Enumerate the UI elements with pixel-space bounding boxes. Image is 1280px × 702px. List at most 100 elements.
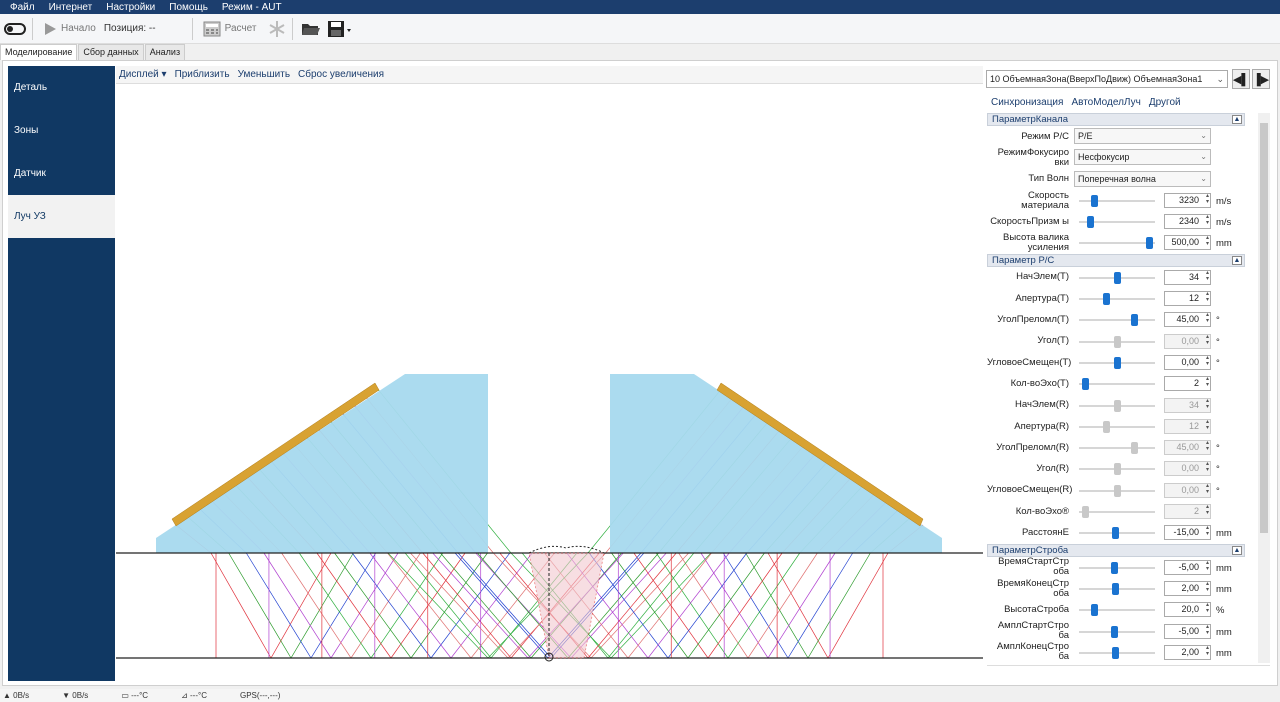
ray-segment [263, 552, 332, 659]
param-slider [1079, 506, 1155, 519]
collapse-icon[interactable]: ▲ [1232, 545, 1242, 555]
param-slider[interactable] [1079, 356, 1155, 369]
param-slider[interactable] [1079, 216, 1155, 229]
reset-zoom-link[interactable]: Сброс увеличения [298, 69, 384, 80]
param-row: Высота валика усиления 500,00 mm [987, 232, 1245, 253]
zoom-out-link[interactable]: Уменьшить [238, 69, 290, 80]
display-menu[interactable]: Дисплей ▾ [119, 69, 167, 80]
mode-select[interactable]: P/E ⌄ [1074, 128, 1211, 144]
param-spinbox[interactable]: 2,00 [1164, 644, 1211, 660]
nav-item-sensor[interactable]: Датчик [8, 152, 115, 195]
param-slider[interactable] [1079, 378, 1155, 391]
sync-link[interactable]: Синхронизация [991, 97, 1063, 108]
previous-zone-button[interactable]: ◀▌ [1232, 69, 1250, 89]
menu-settings[interactable]: Настройки [106, 2, 155, 13]
slider-handle[interactable] [1112, 582, 1120, 595]
param-unit: m/s [1216, 195, 1232, 207]
focus-select[interactable]: Несфокусир ⌄ [1074, 149, 1211, 166]
slider-handle[interactable] [1091, 604, 1099, 617]
collapse-icon[interactable]: ▲ [1232, 255, 1242, 265]
param-spinbox[interactable]: 45,00 [1164, 312, 1211, 328]
param-slider[interactable] [1079, 271, 1155, 284]
section-pc-title: Параметр Р/С [992, 254, 1055, 266]
other-link[interactable]: Другой [1149, 97, 1181, 108]
param-slider[interactable] [1079, 194, 1155, 207]
param-slider[interactable] [1079, 646, 1155, 659]
focus-label: РежимФокусиро вки [997, 146, 1069, 168]
menu-file[interactable]: Файл [10, 2, 35, 13]
section-channel-header[interactable]: ПараметрКанала ▲ [987, 113, 1245, 126]
param-spinbox[interactable]: 0,00 [1164, 354, 1211, 370]
nav-item-part[interactable]: Деталь [8, 66, 115, 109]
temperature-1: ▭ ---°C [121, 691, 149, 700]
scrollbar-thumb[interactable] [1260, 123, 1268, 533]
collapse-icon[interactable]: ▲ [1232, 115, 1242, 124]
beam-simulation-svg [116, 374, 983, 662]
slider-handle[interactable] [1110, 625, 1118, 638]
param-spinbox[interactable]: -5,00 [1164, 623, 1211, 639]
snowflake-icon[interactable] [268, 20, 286, 38]
section-gate-header[interactable]: ПараметрСтроба ▲ [987, 543, 1245, 557]
next-zone-button[interactable]: ▐▶ [1252, 69, 1270, 89]
param-unit: mm [1216, 583, 1232, 595]
param-spinbox[interactable]: 500,00 [1164, 235, 1211, 251]
param-slider[interactable] [1079, 237, 1155, 250]
param-spinbox[interactable]: -5,00 [1164, 559, 1211, 575]
param-slider[interactable] [1079, 582, 1155, 595]
panel-scrollbar[interactable] [1258, 113, 1270, 663]
main-tabs: Моделирование Сбор данных Анализ [0, 44, 186, 60]
param-label: Высота валика усиления [1003, 232, 1069, 254]
menu-help[interactable]: Помощь [169, 2, 208, 13]
wave-select[interactable]: Поперечная волна ⌄ [1074, 170, 1211, 187]
slider-handle[interactable] [1130, 314, 1138, 327]
param-slider[interactable] [1079, 314, 1155, 327]
tab-analysis[interactable]: Анализ [144, 44, 186, 60]
param-unit: ° [1216, 443, 1220, 455]
slider-handle[interactable] [1103, 293, 1111, 306]
param-spinbox[interactable]: 2340 [1164, 214, 1211, 230]
slider-handle[interactable] [1114, 356, 1121, 369]
section-pc-header[interactable]: Параметр Р/С ▲ [987, 253, 1245, 267]
menu-mode[interactable]: Режим - AUT [222, 2, 282, 13]
slider-handle[interactable] [1110, 561, 1118, 574]
nav-item-ultrasonic-beam[interactable]: Луч УЗ [8, 195, 115, 238]
slider-handle [1082, 506, 1090, 519]
save-icon[interactable] [327, 20, 353, 38]
slider-handle[interactable] [1087, 216, 1095, 229]
param-slider[interactable] [1079, 293, 1155, 306]
param-slider[interactable] [1079, 527, 1155, 540]
zone-select[interactable]: 10 ОбъемнаяЗона(ВверхПоДвиж) ОбъемнаяЗон… [986, 70, 1228, 88]
slider-handle[interactable] [1114, 271, 1121, 284]
tab-data-acquisition[interactable]: Сбор данных [78, 44, 144, 60]
slider-handle[interactable] [1091, 194, 1099, 207]
param-spinbox[interactable]: 3230 [1164, 192, 1211, 208]
start-button[interactable]: Начало [39, 22, 100, 36]
ray-segment [440, 552, 532, 659]
slider-handle[interactable] [1112, 646, 1120, 659]
param-spinbox[interactable]: 12 [1164, 291, 1211, 307]
param-spinbox: 2 [1164, 504, 1211, 520]
power-toggle[interactable] [4, 22, 26, 35]
slider-handle[interactable] [1082, 378, 1090, 391]
auto-model-beam-link[interactable]: АвтоМоделЛуч [1071, 97, 1140, 108]
param-spinbox[interactable]: 20,0 [1164, 602, 1211, 618]
calc-button[interactable]: Расчет [199, 21, 261, 37]
slider-handle[interactable] [1112, 527, 1120, 540]
menu-internet[interactable]: Интернет [49, 2, 93, 13]
param-spinbox[interactable]: 2 [1164, 376, 1211, 392]
tab-modeling[interactable]: Моделирование [0, 44, 78, 60]
param-spinbox[interactable]: 34 [1164, 269, 1211, 285]
param-spinbox[interactable]: -15,00 [1164, 525, 1211, 541]
param-slider[interactable] [1079, 604, 1155, 617]
open-folder-icon[interactable] [301, 20, 321, 38]
simulation-canvas[interactable] [116, 85, 983, 681]
param-row: АмплСтартСтро ба -5,00 mm [987, 621, 1245, 642]
param-label: УгловоеСмещен(Т) [987, 356, 1072, 368]
param-slider[interactable] [1079, 625, 1155, 638]
param-row: Скорость материала 3230 m/s [987, 190, 1245, 211]
param-spinbox[interactable]: 2,00 [1164, 580, 1211, 596]
param-slider[interactable] [1079, 561, 1155, 574]
zoom-in-link[interactable]: Приблизить [175, 69, 230, 80]
slider-handle[interactable] [1145, 237, 1153, 250]
nav-item-zones[interactable]: Зоны [8, 109, 115, 152]
